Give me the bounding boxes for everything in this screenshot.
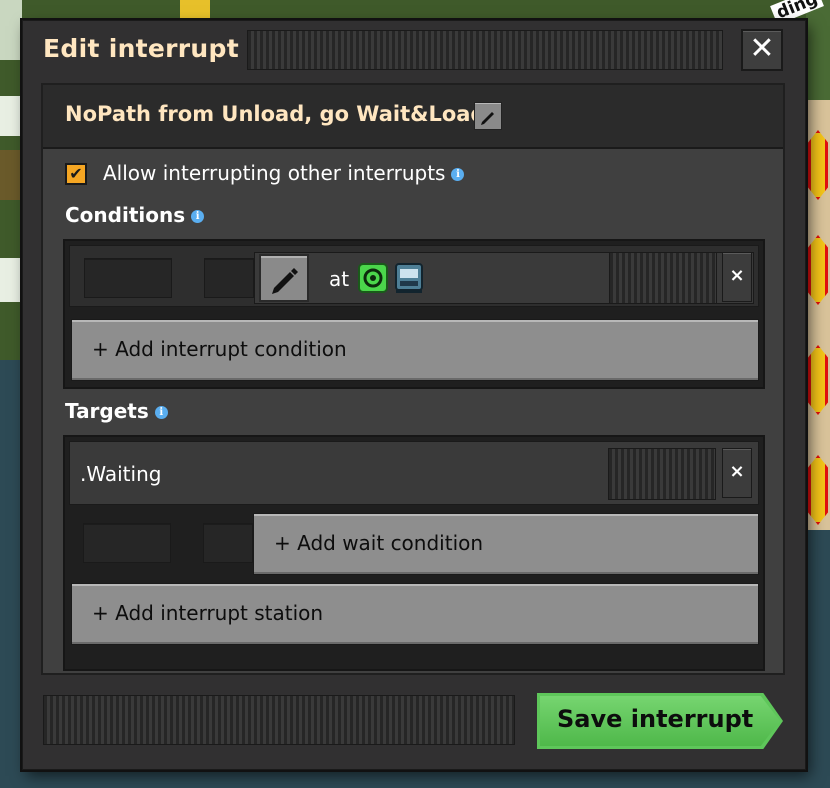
conditions-label: Conditions — [65, 203, 186, 227]
terrain-tile — [0, 258, 22, 302]
dialog-title: Edit interrupt — [43, 34, 239, 63]
target-station-row[interactable]: .Waiting × — [69, 441, 759, 505]
edit-condition-button[interactable] — [259, 254, 309, 302]
terrain-tile — [0, 0, 22, 60]
condition-drag-handle[interactable] — [609, 252, 717, 304]
titlebar-drag-handle[interactable] — [247, 30, 723, 70]
info-icon[interactable]: i — [191, 210, 205, 223]
info-icon[interactable]: i — [451, 168, 465, 181]
condition-logic-slot[interactable] — [84, 258, 172, 298]
add-interrupt-condition-button[interactable]: + Add interrupt condition — [71, 319, 759, 381]
footer-drag-handle[interactable] — [43, 695, 515, 745]
close-icon: × — [729, 265, 745, 286]
targets-label: Targets — [65, 399, 149, 423]
rail-chevron-icon — [808, 235, 828, 305]
wait-compare-slot[interactable] — [203, 523, 253, 563]
interrupt-name: NoPath from Unload, go Wait&Load — [65, 102, 486, 126]
target-station-name: .Waiting — [80, 462, 162, 486]
condition-text: at — [329, 267, 350, 291]
conditions-list: at × + Add interrupt condition — [63, 239, 765, 389]
allow-interrupting-checkbox[interactable]: ✔ — [65, 163, 87, 185]
add-interrupt-station-button[interactable]: + Add interrupt station — [71, 583, 759, 645]
allow-interrupting-label: Allow interrupting other interrupts i — [103, 161, 465, 185]
condition-row: at × — [69, 245, 759, 307]
rename-button[interactable] — [474, 102, 502, 130]
remove-condition-button[interactable]: × — [722, 252, 752, 302]
rail-chevron-icon — [808, 455, 828, 525]
targets-list: .Waiting × + Add wait condition + Add in… — [63, 435, 765, 671]
terrain-tile — [806, 540, 830, 788]
condition-compare-slot[interactable] — [204, 258, 254, 298]
close-button[interactable]: ✕ — [741, 29, 783, 71]
save-interrupt-label: Save interrupt — [557, 705, 754, 733]
edit-interrupt-dialog: Edit interrupt ✕ NoPath from Unload, go … — [22, 20, 806, 770]
train-stop-icon — [395, 263, 423, 293]
target-drag-handle[interactable] — [608, 448, 716, 500]
condition-box: at — [254, 252, 754, 304]
rail-chevron-icon — [808, 345, 828, 415]
add-interrupt-condition-label: + Add interrupt condition — [92, 337, 347, 361]
dialog-titlebar: Edit interrupt ✕ — [23, 21, 805, 83]
remove-target-button[interactable]: × — [722, 448, 752, 498]
pencil-icon — [272, 268, 298, 294]
pencil-icon — [481, 112, 494, 125]
wait-logic-slot[interactable] — [83, 523, 171, 563]
add-wait-condition-button[interactable]: + Add wait condition — [253, 513, 759, 575]
targets-heading: Targets i — [65, 399, 168, 423]
interrupt-name-bar: NoPath from Unload, go Wait&Load — [43, 85, 783, 149]
terrain-tile — [806, 0, 830, 100]
rail-chevron-icon — [808, 130, 828, 200]
add-interrupt-station-label: + Add interrupt station — [92, 601, 324, 625]
allow-interrupting-text: Allow interrupting other interrupts — [103, 161, 446, 185]
close-icon: ✕ — [749, 31, 775, 66]
close-icon: × — [729, 461, 745, 482]
terrain-tile — [0, 150, 22, 200]
conditions-heading: Conditions i — [65, 203, 205, 227]
terrain-tile — [0, 96, 22, 136]
dialog-content-panel: NoPath from Unload, go Wait&Load ✔ Allow… — [41, 83, 785, 675]
save-interrupt-button[interactable]: Save interrupt — [537, 693, 783, 749]
add-wait-condition-label: + Add wait condition — [274, 531, 484, 555]
info-icon[interactable]: i — [154, 406, 168, 419]
circuit-signal-icon — [358, 263, 388, 293]
terrain-tile — [180, 0, 210, 20]
